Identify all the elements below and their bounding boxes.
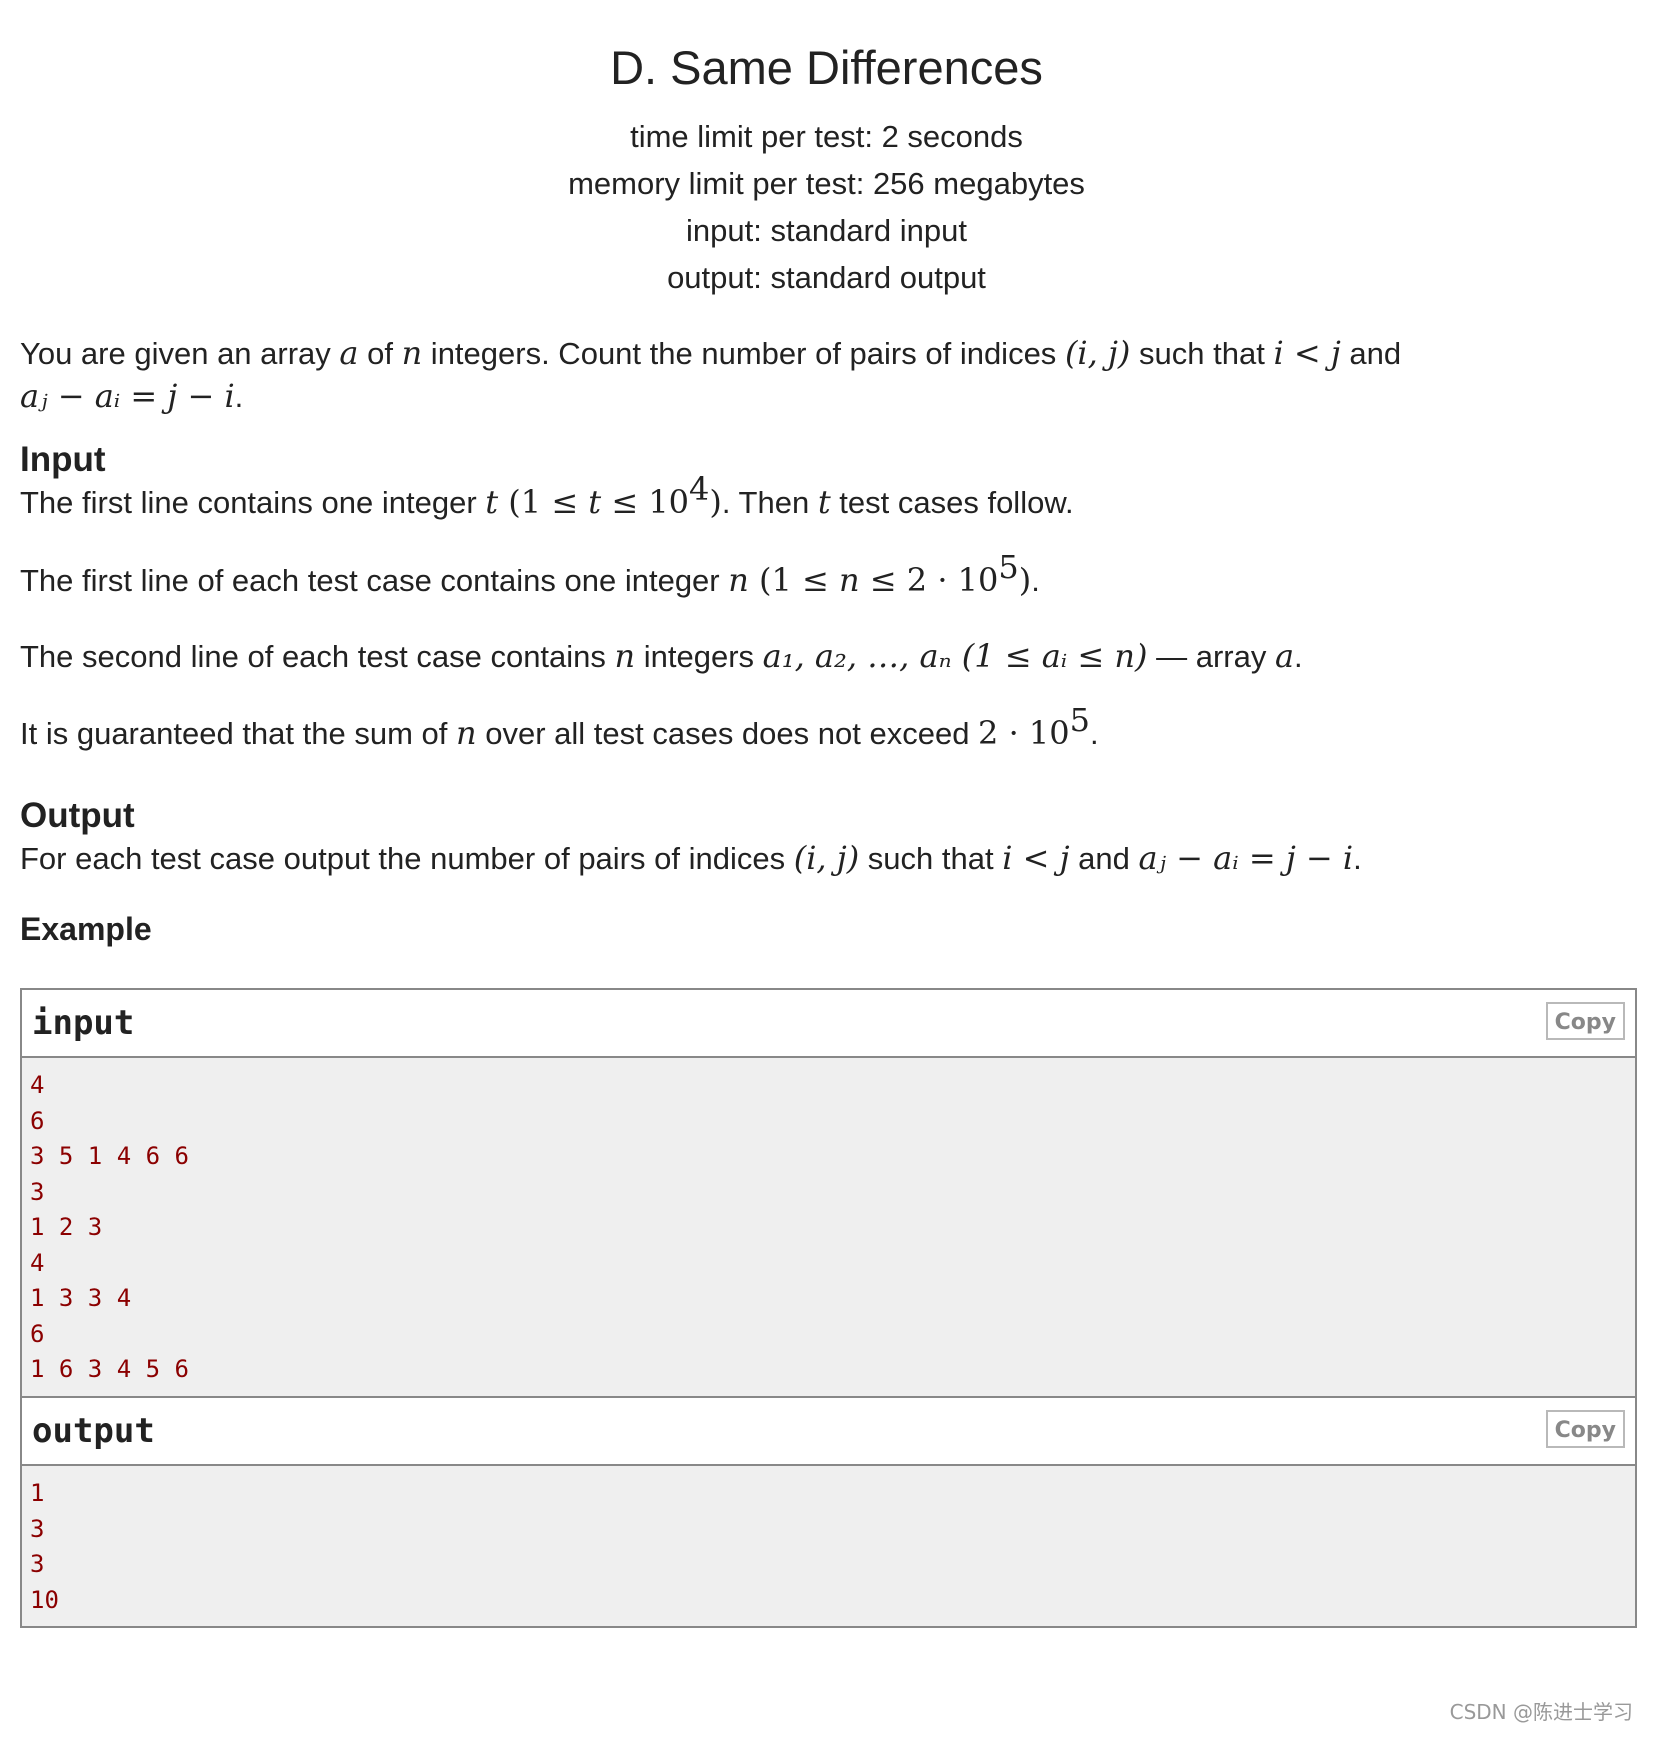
input-line: 3 5 1 4 6 6 bbox=[30, 1142, 189, 1170]
math-cond: i < j bbox=[1273, 334, 1341, 372]
math-var: a bbox=[339, 334, 359, 372]
sample-input-title: input bbox=[32, 1003, 135, 1043]
output-line: 3 bbox=[30, 1550, 45, 1578]
input-line: 1 3 3 4 bbox=[30, 1284, 132, 1312]
output-line: 10 bbox=[30, 1585, 59, 1614]
output-line-1: For each test case output the number of … bbox=[20, 839, 1362, 877]
copy-output-button[interactable]: Copy bbox=[1545, 1410, 1625, 1448]
input-line: 3 bbox=[30, 1177, 45, 1206]
problem-title: D. Same Differences bbox=[610, 41, 1043, 94]
input-line: 1 6 3 4 5 6 bbox=[30, 1355, 189, 1383]
output-file: output: standard output bbox=[667, 260, 986, 295]
input-line: 4 bbox=[30, 1071, 45, 1099]
memory-limit: memory limit per test: 256 megabytes bbox=[568, 166, 1085, 201]
output-line: 3 bbox=[30, 1514, 45, 1543]
input-heading: Input bbox=[20, 440, 106, 479]
sample-output-content[interactable]: 1 3 3 10 bbox=[22, 1466, 1635, 1626]
input-line-4: It is guaranteed that the sum of n over … bbox=[20, 701, 1099, 752]
input-line: 6 bbox=[30, 1106, 45, 1135]
problem-header: D. Same Differences time limit per test:… bbox=[0, 38, 1653, 301]
output-line: 1 bbox=[30, 1479, 45, 1507]
input-line-3: The second line of each test case contai… bbox=[20, 637, 1303, 675]
sample-input-content[interactable]: 4 6 3 5 1 4 6 6 3 1 2 3 4 1 3 3 4 6 1 6 3 4 5 6 bbox=[22, 1058, 1635, 1396]
output-heading: Output bbox=[20, 796, 135, 835]
input-line-2: The first line of each test case contain… bbox=[20, 548, 1040, 599]
sample-output: output Copy 1 3 3 10 bbox=[20, 1396, 1637, 1628]
sample-input-header: input Copy bbox=[22, 990, 1635, 1058]
copy-input-button[interactable]: Copy bbox=[1545, 1002, 1625, 1040]
input-line: 6 bbox=[30, 1319, 45, 1348]
legend-paragraph: You are given an array a of n integers. … bbox=[20, 334, 1402, 415]
input-line: 1 2 3 bbox=[30, 1213, 103, 1241]
problem-statement: You are given an array a of n integers. … bbox=[20, 332, 1640, 949]
input-line: 4 bbox=[30, 1248, 45, 1277]
math-equation: aⱼ − aᵢ = j − i bbox=[20, 377, 235, 415]
sample-input: input Copy 4 6 3 5 1 4 6 6 3 1 2 3 4 1 3 3 4 6 1… bbox=[20, 990, 1637, 1396]
sample-tests: input Copy 4 6 3 5 1 4 6 6 3 1 2 3 4 1 3 3 4 6 1… bbox=[20, 988, 1637, 1628]
math-pair: (i, j) bbox=[1064, 334, 1131, 372]
math-var: n bbox=[401, 334, 423, 372]
watermark: CSDN @陈进士学习 bbox=[1449, 1700, 1633, 1724]
time-limit: time limit per test: 2 seconds bbox=[630, 119, 1023, 154]
input-line-1: The first line contains one integer t (1… bbox=[20, 470, 1074, 521]
example-heading: Example bbox=[20, 911, 152, 947]
sample-output-header: output Copy bbox=[22, 1398, 1635, 1466]
input-file: input: standard input bbox=[686, 213, 967, 248]
sample-output-title: output bbox=[32, 1411, 155, 1451]
